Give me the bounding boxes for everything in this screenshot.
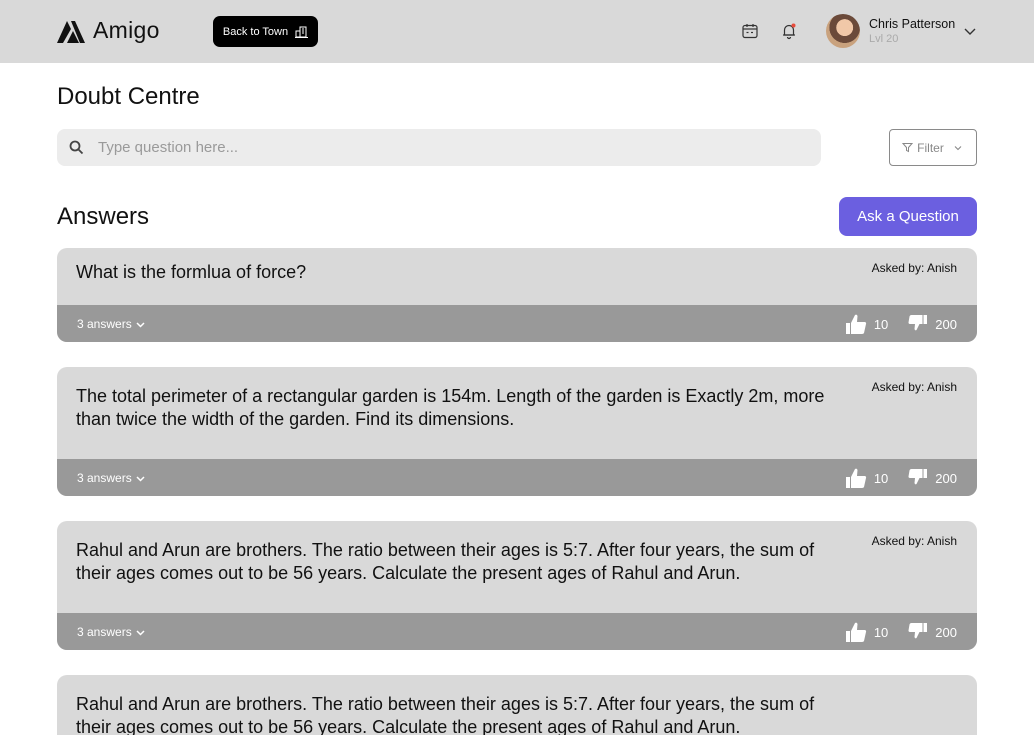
top-bar: Amigo Back to Town Chris Patterson Lvl 2… (0, 0, 1034, 63)
page-title: Doubt Centre (57, 83, 200, 110)
filter-button[interactable]: Filter (889, 129, 977, 166)
question-card-footer: 3 answers 10 200 (57, 613, 977, 650)
chevron-down-icon (136, 321, 145, 328)
filter-label: Filter (917, 140, 944, 155)
dislike-button[interactable]: 200 (908, 622, 957, 642)
question-text: The total perimeter of a rectangular gar… (76, 386, 825, 429)
thumbs-down-icon (908, 623, 928, 639)
answers-toggle[interactable]: 3 answers (77, 625, 146, 639)
filter-funnel-icon (902, 143, 914, 153)
asked-by: Asked by: Anish (871, 534, 957, 548)
answers-toggle[interactable]: 3 answers (77, 317, 146, 331)
question-card[interactable]: Rahul and Arun are brothers. The ratio b… (57, 521, 977, 650)
question-text: Rahul and Arun are brothers. The ratio b… (76, 694, 815, 735)
like-button[interactable]: 10 (845, 467, 888, 489)
back-to-town-button[interactable]: Back to Town (213, 16, 318, 47)
thumbs-up-icon (845, 468, 866, 488)
search-bar[interactable] (57, 129, 821, 166)
chevron-down-icon (954, 145, 962, 150)
dislike-button[interactable]: 200 (908, 468, 957, 488)
like-count: 10 (873, 470, 889, 486)
town-building-icon (295, 26, 309, 38)
chevron-down-icon[interactable] (963, 24, 977, 38)
thumbs-down-icon (908, 469, 928, 485)
app-logo[interactable]: Amigo (57, 17, 160, 44)
question-card-footer: 3 answers 10 200 (57, 305, 977, 342)
question-card-footer: 3 answers 10 200 (57, 459, 977, 496)
search-input[interactable] (98, 139, 778, 156)
thumbs-up-icon (845, 622, 866, 642)
like-button[interactable]: 10 (845, 313, 888, 335)
answers-toggle[interactable]: 3 answers (77, 471, 146, 485)
chevron-down-icon (136, 629, 145, 636)
vote-group: 10 200 (845, 313, 957, 335)
thumbs-down-icon (908, 315, 928, 331)
question-card[interactable]: Rahul and Arun are brothers. The ratio b… (57, 675, 977, 735)
user-level: Lvl 20 (869, 33, 899, 45)
ask-question-button[interactable]: Ask a Question (839, 197, 977, 236)
notification-bell-icon[interactable] (780, 22, 798, 40)
user-avatar[interactable] (826, 14, 860, 48)
thumbs-up-icon (845, 314, 866, 334)
chevron-down-icon (136, 475, 145, 482)
question-card[interactable]: What is the formlua of force? Asked by: … (57, 248, 977, 342)
question-text: Rahul and Arun are brothers. The ratio b… (76, 540, 815, 583)
answers-section-title: Answers (57, 203, 150, 230)
amigo-logo-icon (57, 20, 85, 43)
vote-group: 10 200 (845, 621, 957, 643)
dislike-button[interactable]: 200 (908, 314, 957, 334)
dislike-count: 200 (935, 316, 957, 332)
question-text: What is the formlua of force? (76, 262, 307, 282)
answers-count: 3 answers (77, 317, 132, 331)
answers-count: 3 answers (77, 625, 132, 639)
like-count: 10 (873, 624, 889, 640)
answers-count: 3 answers (77, 471, 132, 485)
asked-by: Asked by: Anish (871, 261, 957, 275)
like-button[interactable]: 10 (845, 621, 888, 643)
asked-by: Asked by: Anish (871, 380, 957, 394)
app-name: Amigo (93, 17, 160, 43)
dislike-count: 200 (935, 624, 957, 640)
user-name: Chris Patterson (869, 17, 956, 31)
like-count: 10 (873, 316, 889, 332)
question-card[interactable]: The total perimeter of a rectangular gar… (57, 367, 977, 496)
dislike-count: 200 (935, 470, 957, 486)
back-to-town-label: Back to Town (222, 25, 289, 38)
calendar-icon[interactable] (741, 22, 759, 40)
vote-group: 10 200 (845, 467, 957, 489)
search-icon (69, 140, 84, 155)
